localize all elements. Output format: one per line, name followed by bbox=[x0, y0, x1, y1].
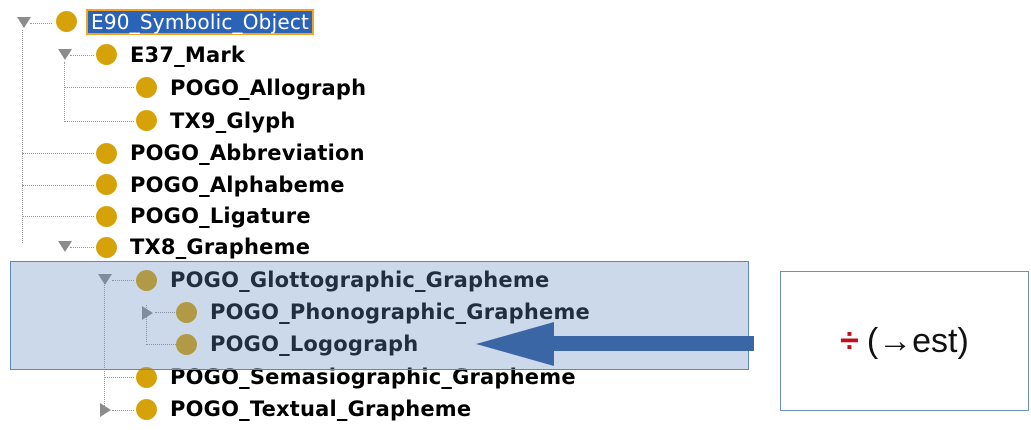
class-dot-icon bbox=[96, 143, 117, 164]
tree-guide bbox=[70, 55, 94, 56]
pointer-arrow-icon bbox=[476, 322, 754, 366]
triangle-down-icon bbox=[58, 240, 72, 252]
class-dot-icon bbox=[96, 237, 117, 258]
collapse-toggle[interactable] bbox=[57, 46, 73, 62]
tree-item-label[interactable]: POGO_Ligature bbox=[130, 204, 311, 228]
class-dot-icon bbox=[136, 399, 157, 420]
tree-guide bbox=[104, 377, 134, 378]
collapse-toggle[interactable] bbox=[57, 238, 73, 254]
triangle-right-icon bbox=[99, 403, 111, 417]
tree-guide bbox=[64, 87, 134, 88]
tree-guide bbox=[22, 153, 94, 154]
collapse-toggle[interactable] bbox=[16, 14, 32, 30]
annotation-callout: ÷ (→est) bbox=[780, 271, 1029, 411]
class-dot-icon bbox=[136, 77, 157, 98]
tree-item-label[interactable]: POGO_Alphabeme bbox=[130, 173, 345, 197]
class-dot-icon bbox=[136, 110, 157, 131]
triangle-down-icon bbox=[17, 16, 31, 28]
tree-item-label[interactable]: POGO_Abbreviation bbox=[130, 141, 365, 165]
class-dot-icon bbox=[96, 174, 117, 195]
tree-guide bbox=[30, 23, 52, 24]
tree-guide bbox=[22, 30, 23, 243]
class-dot-icon bbox=[96, 44, 117, 65]
tree-guide bbox=[22, 185, 94, 186]
tree-guide bbox=[112, 410, 134, 411]
tree-guide bbox=[22, 216, 94, 217]
tree-item-label[interactable]: POGO_Allograph bbox=[170, 76, 366, 100]
tree-guide bbox=[64, 62, 65, 122]
tree-guide bbox=[64, 121, 134, 122]
tree-item-label-selected[interactable]: E90_Symbolic_Object bbox=[86, 9, 315, 35]
expand-toggle[interactable] bbox=[97, 402, 113, 418]
tree-item-label[interactable]: TX9_Glyph bbox=[170, 109, 296, 133]
tree-guide bbox=[70, 247, 94, 248]
callout-symbol: ÷ bbox=[840, 321, 859, 360]
tree-item-label[interactable]: TX8_Grapheme bbox=[130, 235, 310, 259]
class-dot-icon bbox=[136, 367, 157, 388]
tree-item-label[interactable]: E37_Mark bbox=[130, 43, 245, 67]
tree-item-label[interactable]: POGO_Textual_Grapheme bbox=[170, 397, 471, 421]
callout-text: (→est) bbox=[866, 321, 969, 360]
class-dot-icon bbox=[56, 11, 77, 32]
class-dot-icon bbox=[96, 206, 117, 227]
triangle-down-icon bbox=[58, 48, 72, 60]
